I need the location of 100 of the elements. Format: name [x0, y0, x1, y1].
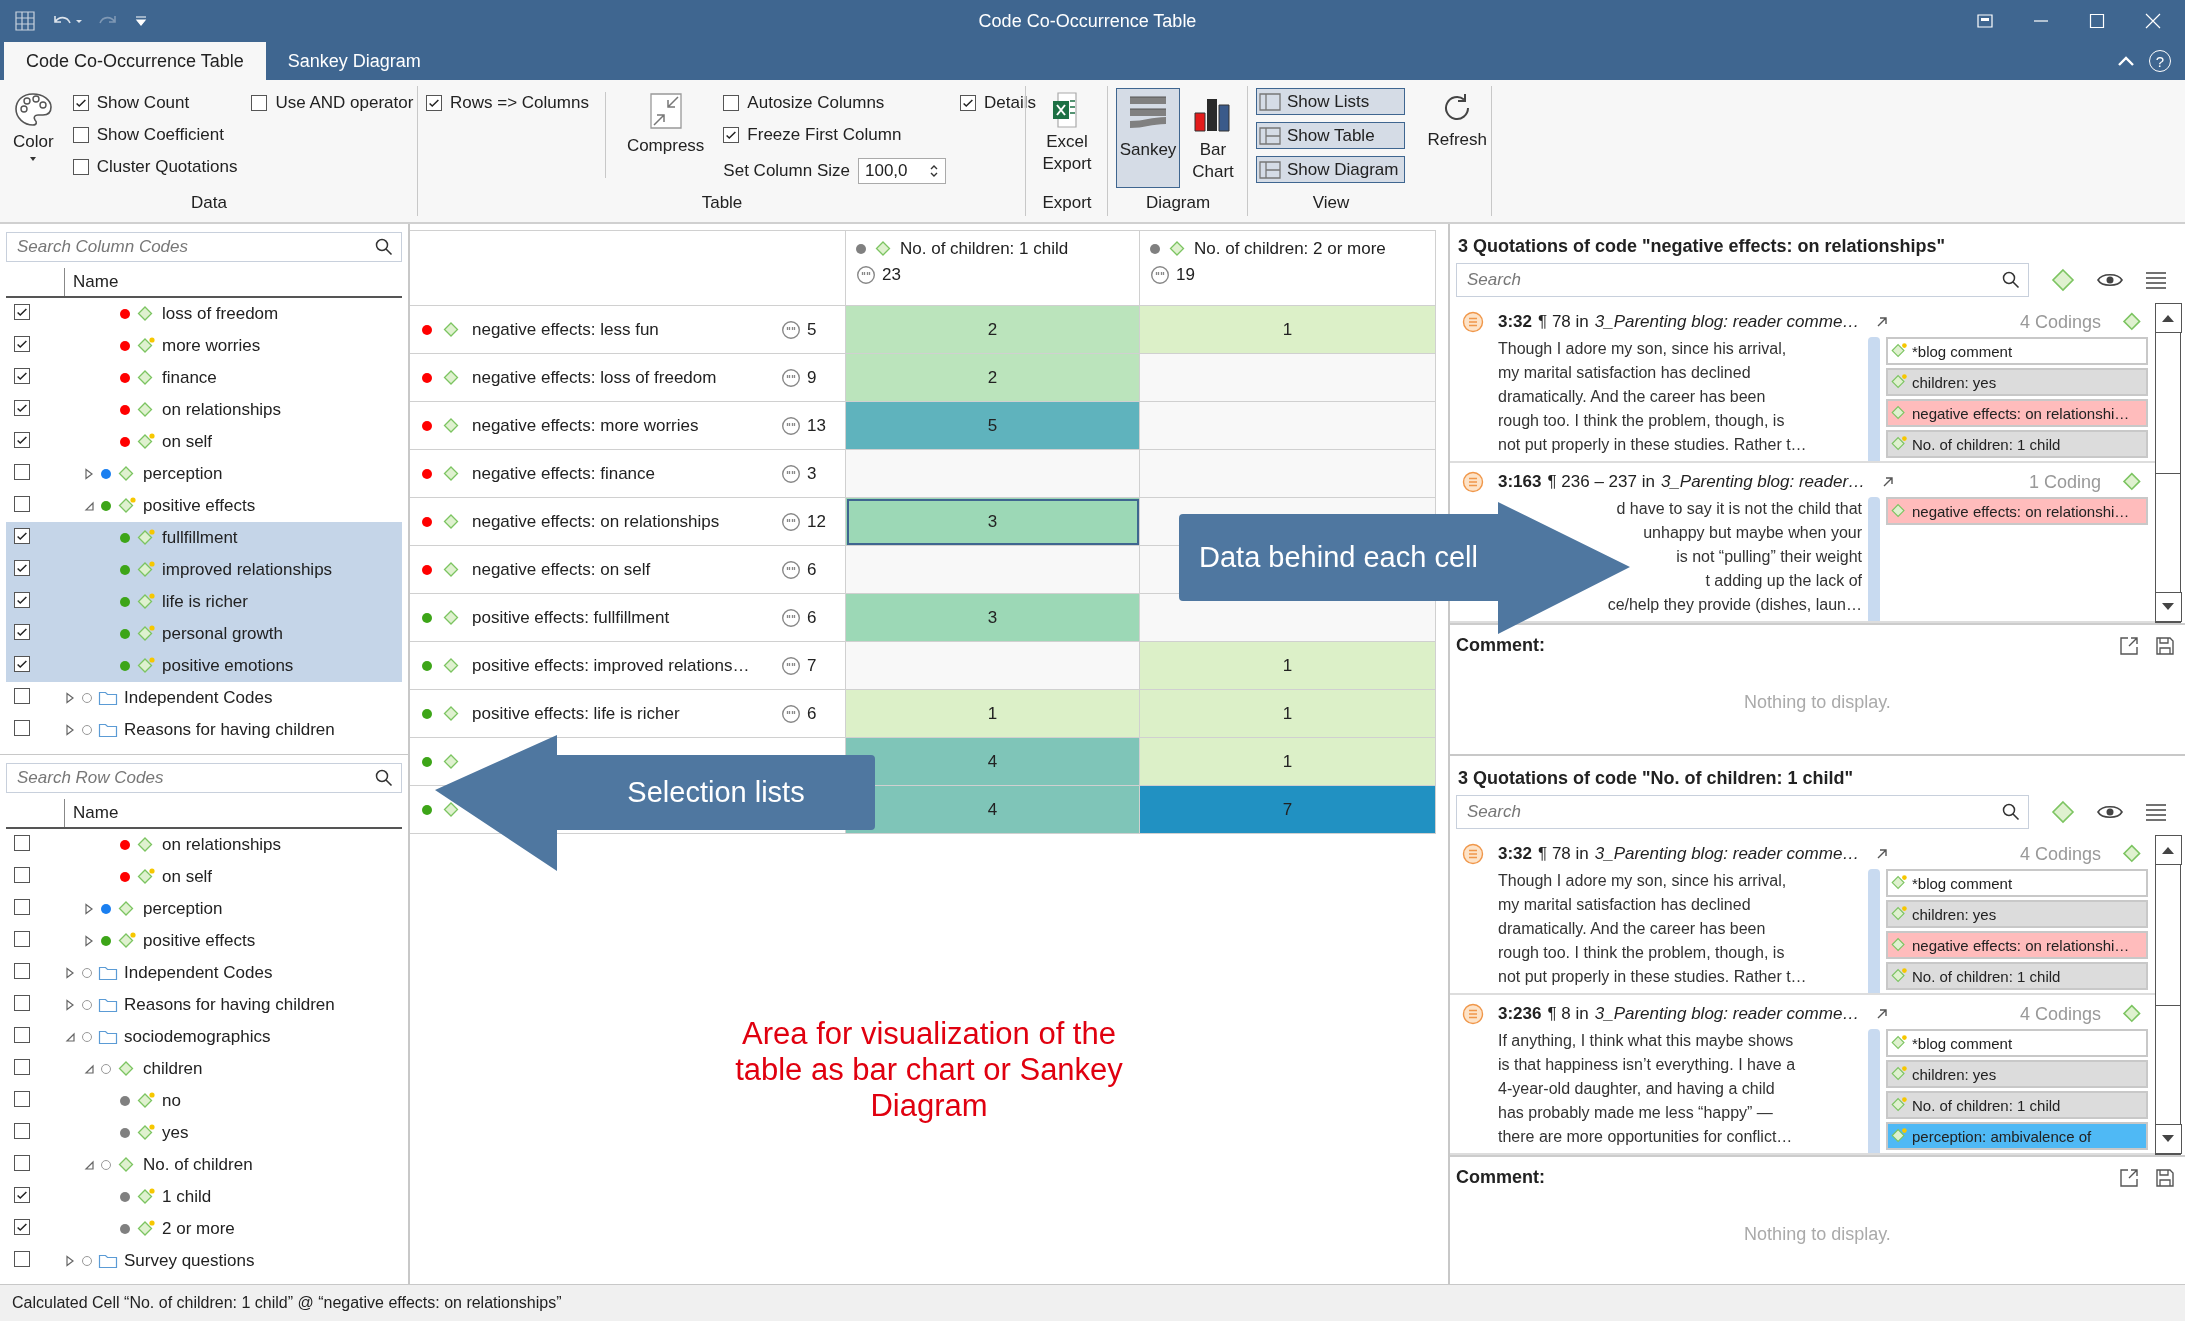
checkbox[interactable] — [14, 528, 30, 544]
search-field[interactable]: Search — [1465, 801, 2002, 823]
column-header[interactable]: Name — [65, 803, 119, 823]
checkbox[interactable] — [14, 687, 30, 704]
checkbox[interactable] — [14, 368, 30, 384]
window-mode-icon[interactable] — [1977, 14, 1993, 28]
expand-arrow-icon[interactable] — [83, 468, 95, 480]
column-header[interactable]: Name — [65, 272, 119, 292]
code-tag[interactable]: negative effects: on relationshi… — [1886, 497, 2148, 525]
view-toggle[interactable]: Show Table — [1256, 122, 1405, 149]
tab[interactable]: Sankey Diagram — [265, 42, 443, 80]
table-cell[interactable] — [846, 546, 1140, 594]
eye-icon[interactable] — [2097, 271, 2123, 289]
quotation-id[interactable]: 3:163 — [1498, 472, 1542, 492]
table-cell[interactable]: 1 — [1140, 738, 1436, 786]
collapse-arrow-icon[interactable] — [83, 500, 95, 512]
row-label[interactable]: negative effects: on self — [472, 559, 781, 580]
checkbox[interactable] — [14, 656, 30, 672]
expand-arrow-icon[interactable] — [64, 967, 76, 979]
expand-arrow-icon[interactable] — [83, 903, 95, 915]
collapse-ribbon-icon[interactable] — [2117, 55, 2135, 67]
tree-row[interactable]: 2 or more — [6, 1213, 402, 1245]
row-label[interactable]: negative effects: more worries — [472, 415, 781, 436]
customize-caret-icon[interactable] — [134, 14, 148, 28]
table-cell[interactable]: 3 — [846, 594, 1140, 642]
search-field[interactable]: Search Column Codes — [15, 236, 375, 258]
checkbox[interactable] — [14, 1250, 30, 1267]
tree-row[interactable]: Reasons for having children — [6, 989, 402, 1021]
checkbox[interactable] — [251, 95, 268, 111]
checkbox[interactable] — [723, 127, 740, 143]
tree-row[interactable]: fullfillment — [6, 522, 402, 554]
checkbox[interactable] — [72, 95, 89, 111]
checkbox[interactable] — [14, 1058, 30, 1075]
code-tag[interactable]: *blog comment — [1886, 869, 2148, 897]
maximize-icon[interactable] — [2089, 13, 2105, 29]
tree-row[interactable]: Independent Codes — [6, 682, 402, 714]
tree-row[interactable]: sociodemographics — [6, 1021, 402, 1053]
link-arrow-icon[interactable] — [1881, 475, 1896, 489]
checkbox[interactable] — [14, 592, 30, 608]
view-toggle[interactable]: Show Lists — [1256, 88, 1405, 115]
view-toggle[interactable]: Show Diagram — [1256, 156, 1405, 183]
tree-row[interactable]: 1 child — [6, 1181, 402, 1213]
checkbox[interactable] — [14, 463, 30, 480]
checkbox[interactable] — [14, 898, 30, 915]
checkbox[interactable] — [14, 719, 30, 736]
table-cell[interactable] — [1140, 450, 1436, 498]
search-box[interactable]: Search — [1456, 263, 2029, 297]
diagram-type-button[interactable]: Bar Chart — [1186, 88, 1240, 188]
search-icon[interactable] — [2002, 803, 2020, 821]
search-field[interactable]: Search Row Codes — [15, 767, 375, 789]
search-icon[interactable] — [375, 238, 393, 256]
tree-row[interactable]: loss of freedom — [6, 298, 402, 330]
table-cell[interactable] — [1140, 402, 1436, 450]
table-cell[interactable]: 1 — [1140, 306, 1436, 354]
column-header[interactable]: No. of children: 2 or more — [1194, 239, 1386, 259]
link-arrow-icon[interactable] — [1875, 847, 1890, 861]
checkbox[interactable] — [723, 95, 740, 111]
checkbox[interactable] — [72, 159, 89, 175]
scroll-up-button[interactable] — [2154, 835, 2182, 865]
tree-row[interactable]: on self — [6, 426, 402, 458]
code-tag[interactable]: negative effects: on relationshi… — [1886, 399, 2148, 427]
expand-arrow-icon[interactable] — [64, 1255, 76, 1267]
code-tag[interactable]: children: yes — [1886, 900, 2148, 928]
scrollbar[interactable] — [2155, 303, 2181, 623]
up-triangle-icon[interactable] — [2160, 845, 2176, 855]
compress-button[interactable]: Compress — [621, 88, 710, 188]
up-triangle-icon[interactable] — [2160, 313, 2176, 323]
expand-arrow-icon[interactable] — [64, 724, 76, 736]
row-label[interactable]: positive effects: improved relations… — [472, 655, 781, 676]
table-cell[interactable]: 2 — [846, 354, 1140, 402]
tree-row[interactable]: finance — [6, 362, 402, 394]
expand-arrow-icon[interactable] — [83, 935, 95, 947]
quotation-id[interactable]: 3:32 — [1498, 312, 1533, 332]
search-box[interactable]: Search — [1456, 795, 2029, 829]
search-icon[interactable] — [2002, 271, 2020, 289]
scroll-down-button[interactable] — [2154, 1124, 2182, 1154]
search-field[interactable]: Search — [1465, 269, 2002, 291]
search-icon[interactable] — [375, 769, 393, 787]
expand-arrow-icon[interactable] — [64, 692, 76, 704]
link-arrow-icon[interactable] — [1875, 315, 1890, 329]
tree-row[interactable]: positive effects — [6, 925, 402, 957]
checkbox[interactable] — [14, 400, 30, 416]
row-label[interactable]: negative effects: less fun — [472, 319, 781, 340]
save-icon[interactable] — [2155, 1167, 2175, 1188]
column-size-spinner[interactable]: 100,0 — [858, 158, 946, 184]
down-triangle-icon[interactable] — [2160, 602, 2176, 612]
tree-row[interactable]: personal growth — [6, 618, 402, 650]
checkbox[interactable] — [14, 1026, 30, 1043]
tree-row[interactable]: on self — [6, 861, 402, 893]
table-cell[interactable]: 4 — [846, 738, 1140, 786]
tree-row[interactable]: children — [6, 1053, 402, 1085]
code-tag[interactable]: No. of children: 1 child — [1886, 430, 2148, 458]
code-tag[interactable]: No. of children: 1 child — [1886, 1091, 2148, 1119]
code-tag[interactable]: *blog comment — [1886, 337, 2148, 365]
code-tag[interactable]: *blog comment — [1886, 1029, 2148, 1057]
tree-row[interactable]: no — [6, 1085, 402, 1117]
checkbox[interactable] — [426, 95, 442, 111]
tree-row[interactable]: positive emotions — [6, 650, 402, 682]
table-cell[interactable]: 7 — [1140, 786, 1436, 834]
table-cell[interactable]: 1 — [1140, 642, 1436, 690]
